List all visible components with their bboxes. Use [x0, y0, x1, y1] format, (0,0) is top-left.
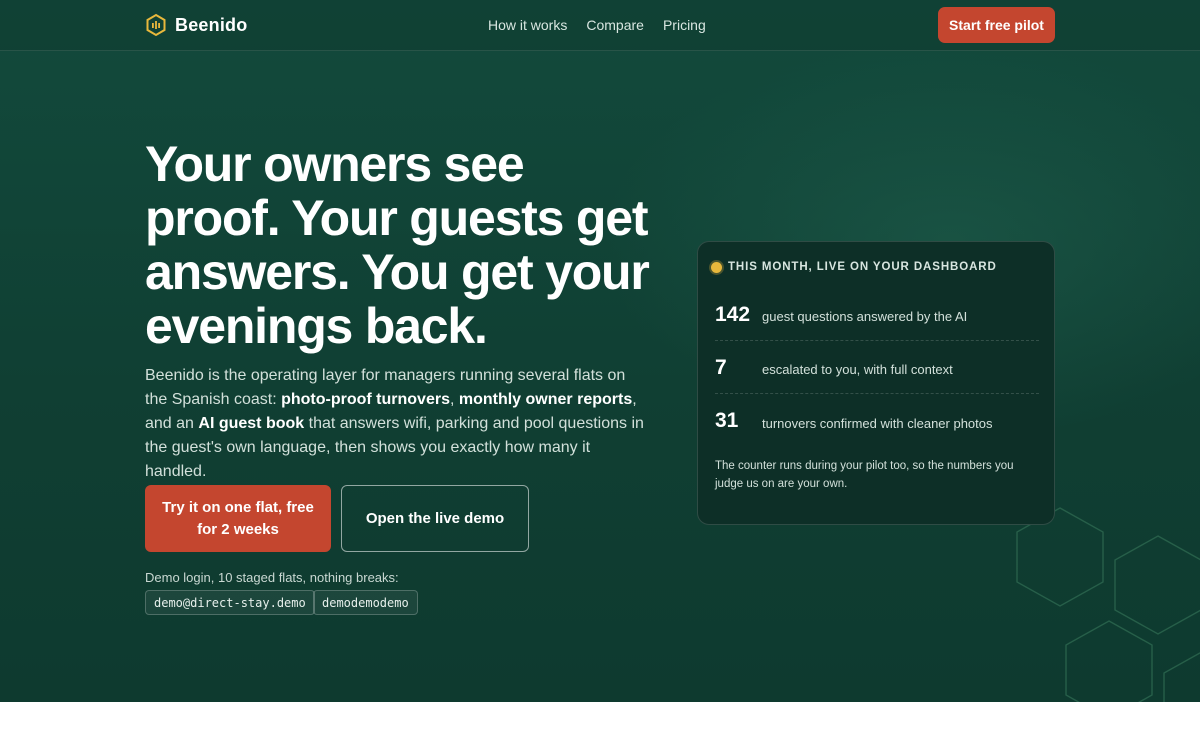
lede-highlight-reports: monthly owner reports: [458, 391, 633, 408]
brand-logo[interactable]: Beenido: [145, 13, 247, 37]
nav-link-how-it-works[interactable]: How it works: [488, 17, 567, 33]
try-free-pilot-button[interactable]: Try it on one flat, free for 2 weeks: [145, 485, 331, 552]
stat-label: guest questions answered by the AI: [762, 309, 968, 324]
card-footnote: The counter runs during your pilot too, …: [715, 460, 1014, 490]
stat-row-escalated: 7 escalated to you, with full context: [715, 342, 1039, 394]
demo-login-note: Demo login, 10 staged flats, nothing bre…: [145, 570, 399, 585]
dashboard-stats-card: THIS MONTH, LIVE ON YOUR DASHBOARD 142 g…: [697, 241, 1055, 525]
stat-label: escalated to you, with full context: [762, 362, 953, 377]
card-kicker: THIS MONTH, LIVE ON YOUR DASHBOARD: [711, 261, 997, 273]
start-free-pilot-button[interactable]: Start free pilot: [938, 7, 1055, 43]
lede-text: ,: [449, 391, 459, 408]
stat-value: 31: [715, 409, 739, 432]
hexagon-bars-icon: [146, 13, 166, 37]
hero-description: Beenido is the operating layer for manag…: [145, 364, 645, 484]
demo-password-chip[interactable]: demodemodemo: [313, 590, 418, 615]
hero-section: Beenido How it works Compare Pricing Sta…: [0, 0, 1200, 702]
demo-email-chip[interactable]: demo@direct-stay.demo: [145, 590, 315, 615]
stat-value: 142: [715, 302, 751, 326]
stat-label: turnovers confirmed with cleaner photos: [762, 415, 993, 431]
hero-headline: Your owners see proof. Your guests get a…: [145, 136, 650, 354]
lede-highlight-guest-book: AI guest book: [198, 415, 305, 432]
main-nav: How it works Compare Pricing: [488, 17, 725, 33]
lede-highlight-turnovers: photo-proof turnovers: [281, 391, 450, 408]
card-kicker-text: THIS MONTH, LIVE ON YOUR DASHBOARD: [728, 261, 997, 273]
brand-name: Beenido: [175, 14, 248, 35]
hexagon-pattern-icon: [1016, 507, 1200, 702]
stat-value: 7: [715, 355, 727, 379]
live-dot-icon: [711, 261, 722, 273]
stat-row-questions: 142 guest questions answered by the AI: [715, 289, 1039, 341]
top-navigation-bar: Beenido How it works Compare Pricing Sta…: [0, 0, 1200, 51]
open-live-demo-button[interactable]: Open the live demo: [341, 485, 529, 552]
stat-row-turnovers: 31 turnovers confirmed with cleaner phot…: [715, 395, 1039, 447]
nav-link-pricing[interactable]: Pricing: [663, 17, 706, 33]
nav-link-compare[interactable]: Compare: [586, 17, 644, 33]
